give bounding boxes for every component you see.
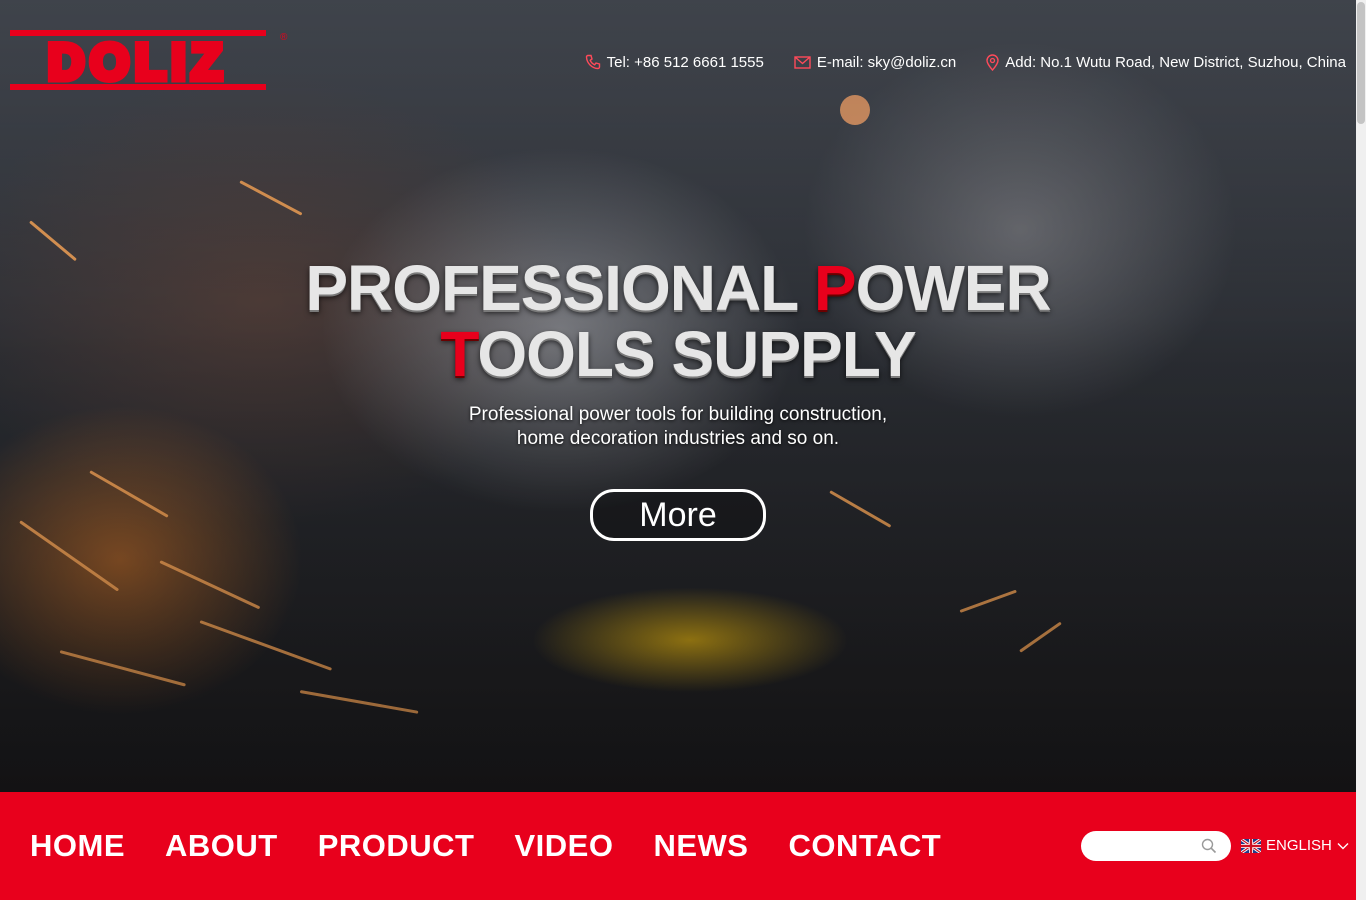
spark bbox=[159, 560, 261, 610]
uk-flag-icon bbox=[1241, 838, 1261, 853]
doliz-logo[interactable]: DOLIZ DOLIZ ® bbox=[10, 28, 287, 92]
contact-address-text: Add: No.1 Wutu Road, New District, Suzho… bbox=[1005, 53, 1346, 71]
nav-menu: HOME ABOUT PRODUCT VIDEO NEWS CONTACT bbox=[30, 826, 941, 866]
location-pin-icon bbox=[986, 53, 999, 71]
language-label: ENGLISH bbox=[1266, 837, 1332, 854]
hero-title-text: OOLS SUPPLY bbox=[477, 318, 916, 390]
main-nav-bar: HOME ABOUT PRODUCT VIDEO NEWS CONTACT EN… bbox=[0, 792, 1356, 900]
spark bbox=[239, 180, 303, 216]
chevron-down-icon bbox=[1337, 842, 1349, 849]
more-button[interactable]: More bbox=[590, 489, 766, 541]
search-icon[interactable] bbox=[1201, 838, 1217, 854]
phone-icon bbox=[585, 54, 600, 70]
hero-content: PROFESSIONAL POWER TOOLS SUPPLY Professi… bbox=[0, 255, 1356, 541]
contact-email[interactable]: E-mail: sky@doliz.cn bbox=[794, 54, 956, 71]
contact-tel[interactable]: Tel: +86 512 6661 1555 bbox=[585, 54, 764, 71]
spark bbox=[959, 589, 1017, 613]
hero-title-line-1: PROFESSIONAL POWER bbox=[0, 255, 1356, 321]
hero-title-text: PROFESSIONAL bbox=[305, 252, 814, 324]
spark bbox=[1019, 621, 1062, 653]
spark bbox=[299, 690, 419, 714]
contact-email-text: E-mail: sky@doliz.cn bbox=[816, 53, 957, 71]
hero-subtitle: Professional power tools for building co… bbox=[0, 403, 1356, 451]
nav-item-contact[interactable]: CONTACT bbox=[788, 826, 941, 866]
contact-bar: Tel: +86 512 6661 1555 E-mail: sky@doliz… bbox=[585, 50, 1346, 74]
hero-title-red-letter: P bbox=[813, 252, 857, 324]
mail-icon bbox=[794, 55, 811, 69]
scrollbar-thumb[interactable] bbox=[1357, 2, 1365, 124]
contact-address: Add: No.1 Wutu Road, New District, Suzho… bbox=[986, 54, 1346, 71]
registered-mark: ® bbox=[280, 32, 288, 43]
logo-text: DOLIZ bbox=[48, 34, 228, 90]
spark bbox=[59, 650, 186, 687]
search-input[interactable] bbox=[1093, 835, 1202, 859]
hero-title-line-2: TOOLS SUPPLY bbox=[0, 321, 1356, 387]
nav-item-news[interactable]: NEWS bbox=[653, 826, 748, 866]
spark bbox=[840, 95, 870, 125]
nav-item-video[interactable]: VIDEO bbox=[515, 826, 614, 866]
spark bbox=[199, 620, 333, 671]
hero-title-text: OWER bbox=[855, 252, 1052, 324]
contact-tel-text: Tel: +86 512 6661 1555 bbox=[606, 53, 764, 71]
hero-subtitle-line-2: home decoration industries and so on. bbox=[516, 428, 840, 449]
nav-item-home[interactable]: HOME bbox=[30, 826, 125, 866]
nav-item-about[interactable]: ABOUT bbox=[165, 826, 278, 866]
logo-graphic: DOLIZ DOLIZ bbox=[10, 30, 266, 92]
search-box bbox=[1081, 831, 1231, 861]
nav-item-product[interactable]: PRODUCT bbox=[318, 826, 475, 866]
hero-title-red-letter: T bbox=[440, 318, 478, 390]
language-selector[interactable]: ENGLISH bbox=[1241, 837, 1349, 854]
page-scrollbar[interactable] bbox=[1356, 0, 1366, 900]
hero-subtitle-line-1: Professional power tools for building co… bbox=[468, 404, 888, 425]
